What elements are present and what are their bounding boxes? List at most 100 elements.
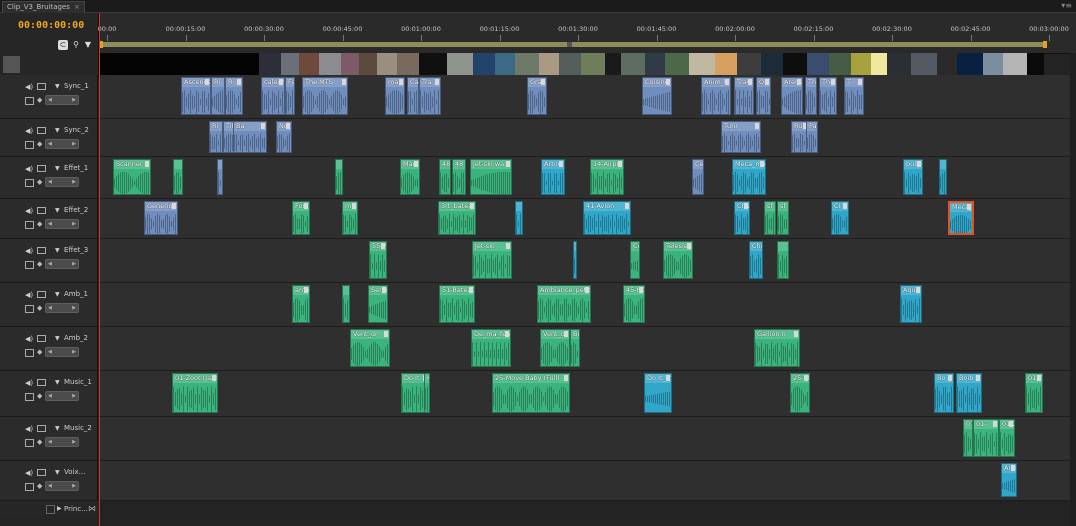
keyframe-icon[interactable]: ◆ bbox=[37, 178, 42, 186]
keyframe-icon[interactable]: ◆ bbox=[37, 438, 42, 446]
sync-lock-icon[interactable] bbox=[37, 83, 46, 90]
audio-clip[interactable]: Oi bbox=[756, 77, 771, 115]
audio-clip[interactable]: The.MTS bbox=[302, 77, 348, 115]
audio-clip[interactable]: Meca_mac bbox=[732, 159, 766, 195]
audio-clip[interactable]: Travau bbox=[734, 77, 754, 115]
keyframe-navigator[interactable]: ◀ ▶ bbox=[45, 259, 79, 269]
keyframe-navigator[interactable]: ◀ ▶ bbox=[45, 139, 79, 149]
audio-clip[interactable] bbox=[335, 159, 343, 195]
sync-lock-icon[interactable] bbox=[37, 165, 46, 172]
next-keyframe-icon[interactable]: ▶ bbox=[72, 348, 76, 356]
next-keyframe-icon[interactable]: ▶ bbox=[72, 260, 76, 268]
next-keyframe-icon[interactable]: ▶ bbox=[72, 438, 76, 446]
speaker-icon[interactable]: ◀) bbox=[25, 207, 33, 215]
track-lane[interactable]: 55-Pj Jet-ski Co Telesiege Chut bbox=[99, 239, 1076, 283]
display-style-icon[interactable] bbox=[25, 349, 34, 357]
expand-triangle-icon[interactable]: ▼ bbox=[55, 291, 60, 298]
audio-clip[interactable]: 14-Airport bbox=[590, 159, 624, 195]
audio-clip[interactable]: Jet-ski bbox=[472, 241, 512, 279]
audio-clip[interactable]: Jet-ski.wa bbox=[470, 159, 512, 195]
sync-lock-icon[interactable] bbox=[37, 247, 46, 254]
next-keyframe-icon[interactable]: ▶ bbox=[72, 482, 76, 490]
audio-clip[interactable]: 55-Pj bbox=[369, 241, 387, 279]
audio-clip[interactable]: Mana bbox=[400, 159, 420, 195]
audio-clip[interactable]: amb bbox=[292, 285, 310, 323]
audio-clip[interactable]: Ascenceu bbox=[181, 77, 211, 115]
audio-clip[interactable]: 01-Zoot (Jazz) bbox=[172, 373, 218, 413]
display-style-icon[interactable] bbox=[25, 305, 34, 313]
prev-keyframe-icon[interactable]: ◀ bbox=[48, 96, 52, 104]
audio-clip[interactable]: T bbox=[844, 77, 864, 115]
audio-clip[interactable]: Tunr bbox=[721, 121, 761, 153]
video-thumbnail-track[interactable] bbox=[99, 53, 1044, 75]
playhead[interactable] bbox=[99, 13, 100, 526]
sync-lock-icon[interactable] bbox=[37, 127, 46, 134]
expand-triangle-icon[interactable]: ▼ bbox=[55, 379, 60, 386]
panel-menu-icon[interactable]: ▾≡ bbox=[1061, 0, 1072, 12]
audio-clip[interactable]: The_en bbox=[805, 77, 817, 115]
keyframe-icon[interactable]: ◆ bbox=[37, 304, 42, 312]
audio-clip[interactable]: Fe bbox=[285, 77, 295, 115]
speaker-icon[interactable]: ◀) bbox=[25, 165, 33, 173]
audio-clip[interactable]: bulle bbox=[903, 159, 923, 195]
work-area-end-handle[interactable] bbox=[1043, 41, 1047, 48]
audio-clip[interactable]: Anim_b bbox=[701, 77, 731, 115]
audio-clip[interactable]: Car_p bbox=[407, 77, 419, 115]
prev-keyframe-icon[interactable]: ◀ bbox=[48, 482, 52, 490]
prev-keyframe-icon[interactable]: ◀ bbox=[48, 260, 52, 268]
keyframe-navigator[interactable]: ◀ ▶ bbox=[45, 347, 79, 357]
display-style-icon[interactable] bbox=[25, 261, 34, 269]
prev-keyframe-icon[interactable]: ◀ bbox=[48, 304, 52, 312]
display-style-icon[interactable] bbox=[25, 221, 34, 229]
next-keyframe-icon[interactable]: ▶ bbox=[72, 392, 76, 400]
prev-keyframe-icon[interactable]: ◀ bbox=[48, 438, 52, 446]
next-keyframe-icon[interactable]: ▶ bbox=[72, 220, 76, 228]
audio-clip[interactable]: Meca_m bbox=[948, 201, 974, 235]
work-area-bar[interactable] bbox=[99, 42, 1047, 47]
audio-clip[interactable] bbox=[342, 285, 350, 323]
expand-triangle-icon[interactable]: ▼ bbox=[55, 335, 60, 342]
audio-clip[interactable]: 25-M bbox=[790, 373, 810, 413]
audio-clip[interactable]: 3rt_batea bbox=[438, 201, 476, 235]
audio-clip[interactable] bbox=[573, 241, 577, 279]
linked-selection-icon[interactable]: ▼ bbox=[83, 40, 93, 50]
keyframe-icon[interactable]: ◆ bbox=[37, 96, 42, 104]
audio-clip[interactable]: 01-Zoot bbox=[963, 419, 973, 457]
prev-keyframe-icon[interactable]: ◀ bbox=[48, 140, 52, 148]
audio-clip[interactable]: Boib bbox=[956, 373, 982, 413]
audio-clip[interactable] bbox=[173, 159, 183, 195]
keyframe-navigator[interactable]: ◀ ▶ bbox=[45, 481, 79, 491]
track-lane[interactable]: amb Serer 51-Bateau Ambiance_petit 45-Hé Aqua bbox=[99, 283, 1076, 327]
keyframe-navigator[interactable]: ◀ ▶ bbox=[45, 219, 79, 229]
audio-clip[interactable]: Generique bbox=[144, 201, 178, 235]
audio-clip[interactable]: R bbox=[225, 77, 243, 115]
expand-triangle-icon[interactable]: ▼ bbox=[55, 127, 60, 134]
track-lane[interactable]: Scanner Mana 48 48 Jet-ski.wa Arbre.v 14-Airpo… bbox=[99, 157, 1076, 199]
audio-clip[interactable] bbox=[777, 241, 789, 279]
vertical-scrollbar[interactable] bbox=[1070, 53, 1076, 526]
audio-clip[interactable]: Chut bbox=[749, 241, 763, 279]
sync-lock-icon[interactable] bbox=[37, 291, 46, 298]
sync-lock-icon[interactable] bbox=[37, 335, 46, 342]
display-style-icon[interactable] bbox=[25, 97, 34, 105]
audio-clip[interactable]: Bo bbox=[934, 373, 954, 413]
sync-lock-icon[interactable] bbox=[37, 425, 46, 432]
audio-clip[interactable] bbox=[939, 159, 947, 195]
keyframe-navigator[interactable]: ◀ ▶ bbox=[45, 303, 79, 313]
audio-clip[interactable]: sf bbox=[764, 201, 776, 235]
sync-lock-icon[interactable] bbox=[37, 207, 46, 214]
audio-clip[interactable]: Vent_dr bbox=[350, 329, 390, 367]
expand-triangle-icon[interactable]: ▼ bbox=[55, 165, 60, 172]
speaker-icon[interactable]: ◀) bbox=[25, 247, 33, 255]
audio-clip[interactable]: Ce bbox=[692, 159, 704, 195]
keyframe-icon[interactable]: ◆ bbox=[37, 392, 42, 400]
audio-clip[interactable]: 48 bbox=[439, 159, 451, 195]
audio-clip[interactable] bbox=[515, 201, 523, 235]
expand-triangle-icon[interactable]: ▼ bbox=[55, 247, 60, 254]
track-lane[interactable]: Generique Fonl mc 3rt_batea 41-Avion Chut sfsf… bbox=[99, 199, 1076, 239]
audio-clip[interactable]: 45-Hé bbox=[623, 285, 645, 323]
audio-clip[interactable]: Grande bbox=[527, 77, 547, 115]
keyframe-navigator[interactable]: ◀ ▶ bbox=[45, 177, 79, 187]
audio-clip[interactable]: Passage_voi bbox=[806, 121, 818, 153]
keyframe-icon[interactable]: ◆ bbox=[37, 482, 42, 490]
